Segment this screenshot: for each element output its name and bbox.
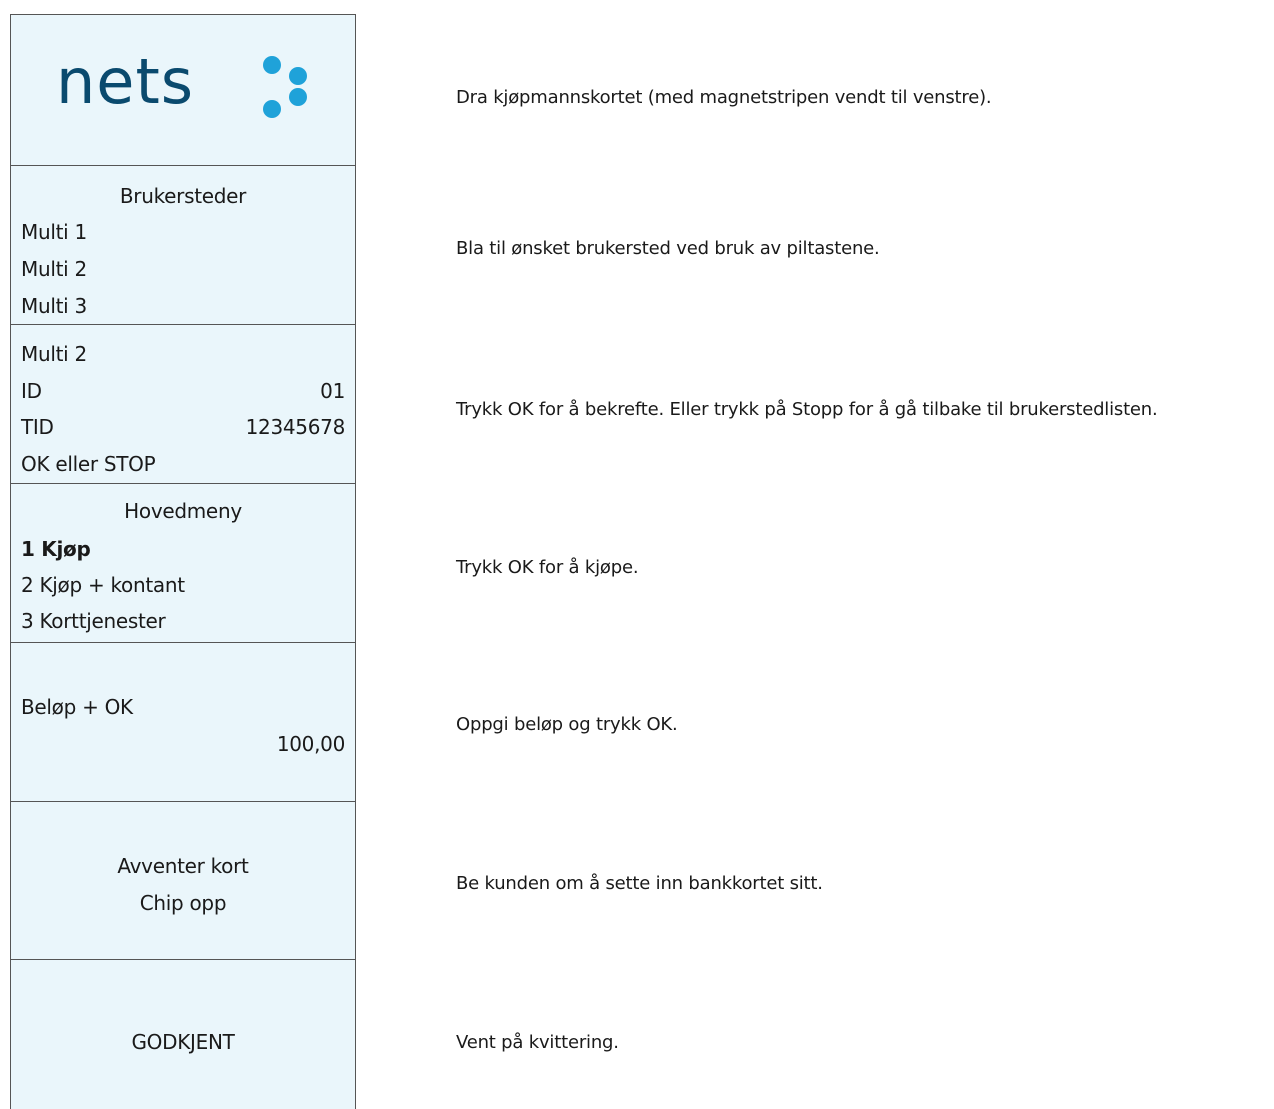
logo-dot-right-mid [289,88,307,106]
id-label: ID [21,379,42,403]
menu-item: 3 Korttjenester [21,609,166,633]
amount-label: Beløp + OK [21,695,133,719]
merchant-list-screen: Brukersteder Multi 1 Multi 2 Multi 3 [11,166,355,325]
logo-dot-bottom-left [263,100,281,118]
await-card-screen: Avventer kort Chip opp [11,802,355,960]
tid-row: TID 12345678 [21,414,345,440]
instruction-step-4: Trykk OK for å kjøpe. [456,557,639,578]
instruction-step-7: Vent på kvittering. [456,1032,619,1053]
terminal-screens: nets Brukersteder Multi 1 Multi 2 Multi … [10,14,356,1109]
confirm-merchant-screen: Multi 2 ID 01 TID 12345678 OK eller STOP [11,325,355,484]
tid-value: 12345678 [245,415,346,439]
approved-screen: GODKJENT [11,960,355,1109]
amount-screen: Beløp + OK 100,00 [11,643,355,802]
menu-item: 2 Kjøp + kontant [21,573,185,597]
chip-up-text: Chip opp [139,891,227,915]
screen-title: Brukersteder [119,184,247,208]
id-value: 01 [320,379,345,403]
approved-text: GODKJENT [131,1030,235,1054]
id-row: ID 01 [21,378,345,404]
screen-title: Hovedmeny [124,499,242,523]
logo-dot-right-top [289,67,307,85]
instruction-step-1: Dra kjøpmannskortet (med magnetstripen v… [456,87,992,108]
list-item: Multi 3 [21,294,87,318]
merchant-name: Multi 2 [21,342,87,366]
main-menu-screen: Hovedmeny 1 Kjøp 2 Kjøp + kontant 3 Kort… [11,484,355,643]
confirm-prompt: OK eller STOP [21,452,156,476]
menu-item-selected: 1 Kjøp [21,537,91,561]
logo-dot-top-left [263,56,281,74]
tid-label: TID [21,415,54,439]
list-item: Multi 2 [21,257,87,281]
instruction-step-5: Oppgi beløp og trykk OK. [456,714,678,735]
instruction-step-3: Trykk OK for å bekrefte. Eller trykk på … [456,399,1158,420]
amount-value: 100,00 [276,732,345,756]
logo-panel: nets [11,15,355,166]
nets-logo: nets [56,45,195,118]
await-card-text: Avventer kort [117,854,249,878]
instruction-step-2: Bla til ønsket brukersted ved bruk av pi… [456,238,880,259]
list-item: Multi 1 [21,220,87,244]
instruction-step-6: Be kunden om å sette inn bankkortet sitt… [456,873,823,894]
